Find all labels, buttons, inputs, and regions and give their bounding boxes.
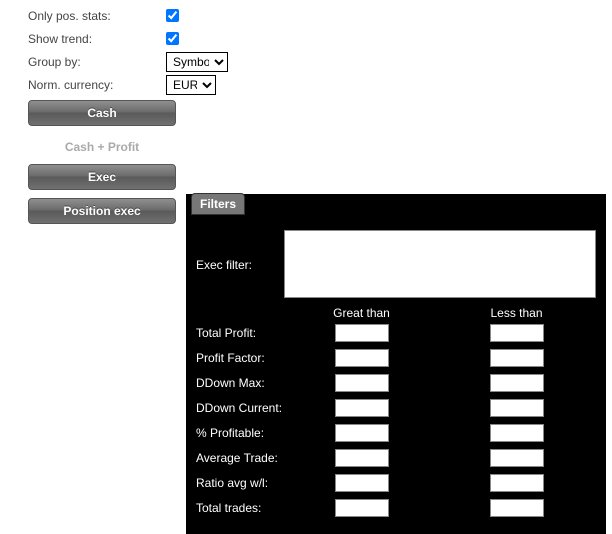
filter-row-label: Average Trade: xyxy=(196,451,284,465)
only-pos-stats-label: Only pos. stats: xyxy=(28,9,166,23)
cash-profit-label: Cash + Profit xyxy=(28,134,176,164)
gt-cell xyxy=(284,499,439,517)
lt-input[interactable] xyxy=(490,474,544,492)
filter-row: DDown Current: xyxy=(196,395,596,420)
position-exec-button[interactable]: Position exec xyxy=(28,198,176,224)
lt-cell xyxy=(439,349,594,367)
gt-input[interactable] xyxy=(335,349,389,367)
lt-cell xyxy=(439,324,594,342)
norm-currency-row: Norm. currency: EUR xyxy=(28,73,612,96)
filter-row: Profit Factor: xyxy=(196,345,596,370)
exec-filter-row: Exec filter: xyxy=(196,230,596,298)
lt-input[interactable] xyxy=(490,374,544,392)
lt-input[interactable] xyxy=(490,449,544,467)
lt-cell xyxy=(439,474,594,492)
cash-button[interactable]: Cash xyxy=(28,100,176,126)
lt-input[interactable] xyxy=(490,499,544,517)
gt-input[interactable] xyxy=(335,324,389,342)
gt-cell xyxy=(284,399,439,417)
gt-cell xyxy=(284,374,439,392)
exec-button[interactable]: Exec xyxy=(28,164,176,190)
gt-cell xyxy=(284,349,439,367)
filter-row: Total Profit: xyxy=(196,320,596,345)
lt-cell xyxy=(439,449,594,467)
lt-cell xyxy=(439,374,594,392)
gt-input[interactable] xyxy=(335,424,389,442)
norm-currency-label: Norm. currency: xyxy=(28,78,166,92)
group-by-row: Group by: Symbol xyxy=(28,50,612,73)
filter-row-label: Profit Factor: xyxy=(196,351,284,365)
gt-input[interactable] xyxy=(335,474,389,492)
filter-row: % Profitable: xyxy=(196,420,596,445)
filter-row-label: DDown Max: xyxy=(196,376,284,390)
gt-input[interactable] xyxy=(335,399,389,417)
lt-input[interactable] xyxy=(490,349,544,367)
filter-row: DDown Max: xyxy=(196,370,596,395)
gt-input[interactable] xyxy=(335,374,389,392)
settings-section: Only pos. stats: Show trend: Group by: S… xyxy=(0,4,612,96)
filter-row: Total trades: xyxy=(196,495,596,520)
gt-cell xyxy=(284,324,439,342)
gt-input[interactable] xyxy=(335,449,389,467)
show-trend-checkbox[interactable] xyxy=(166,32,179,45)
filter-column-headers: Great than Less than xyxy=(196,306,596,320)
less-than-header: Less than xyxy=(439,306,594,320)
lt-input[interactable] xyxy=(490,324,544,342)
show-trend-label: Show trend: xyxy=(28,32,166,46)
exec-filter-input[interactable] xyxy=(284,230,596,298)
lt-input[interactable] xyxy=(490,399,544,417)
group-by-select[interactable]: Symbol xyxy=(166,52,228,72)
norm-currency-select[interactable]: EUR xyxy=(166,75,216,95)
group-by-label: Group by: xyxy=(28,55,166,69)
filter-rows: Total Profit: Profit Factor: DDown Max: DDo… xyxy=(196,320,596,520)
gt-input[interactable] xyxy=(335,499,389,517)
gt-cell xyxy=(284,424,439,442)
filters-panel: Filters Exec filter: Great than Less tha… xyxy=(186,194,606,534)
filter-row-label: Total Profit: xyxy=(196,326,284,340)
lt-cell xyxy=(439,399,594,417)
filter-row-label: Ratio avg w/l: xyxy=(196,476,284,490)
filter-row-label: DDown Current: xyxy=(196,401,284,415)
exec-filter-label: Exec filter: xyxy=(196,230,284,272)
show-trend-row: Show trend: xyxy=(28,27,612,50)
only-pos-stats-row: Only pos. stats: xyxy=(28,4,612,27)
lt-cell xyxy=(439,424,594,442)
only-pos-stats-checkbox[interactable] xyxy=(166,9,179,22)
filter-row: Average Trade: xyxy=(196,445,596,470)
lt-input[interactable] xyxy=(490,424,544,442)
gt-cell xyxy=(284,449,439,467)
filter-row: Ratio avg w/l: xyxy=(196,470,596,495)
gt-cell xyxy=(284,474,439,492)
filter-row-label: Total trades: xyxy=(196,501,284,515)
filter-row-label: % Profitable: xyxy=(196,426,284,440)
greater-than-header: Great than xyxy=(284,306,439,320)
lt-cell xyxy=(439,499,594,517)
header-spacer xyxy=(196,306,284,320)
filters-tab[interactable]: Filters xyxy=(191,193,245,215)
